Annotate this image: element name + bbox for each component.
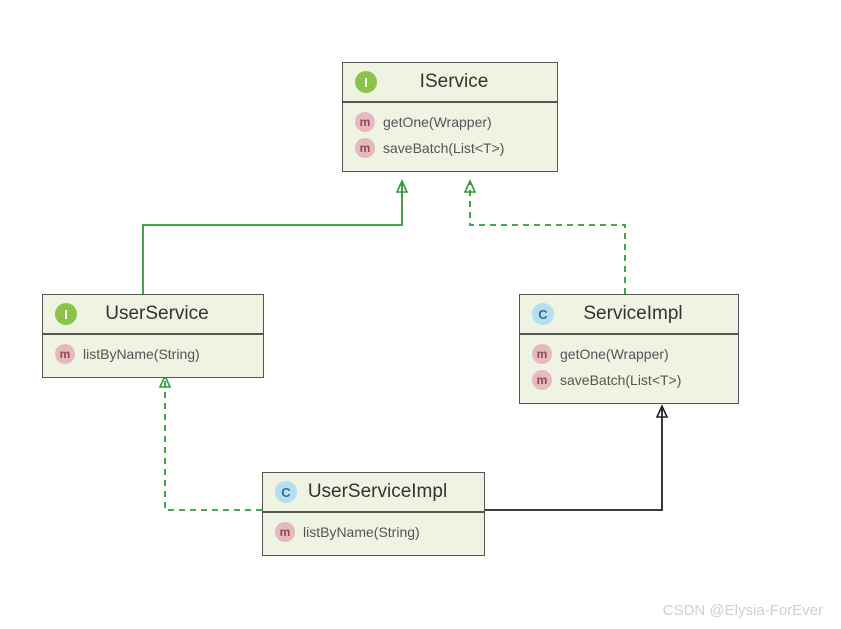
uml-diagram-canvas: I IService m getOne(Wrapper) m saveBatch… xyxy=(0,0,841,629)
class-icon: C xyxy=(275,481,297,503)
class-userservice: I UserService m listByName(String) xyxy=(42,294,264,378)
edge-userservice-iservice xyxy=(143,181,402,294)
class-header: C UserServiceImpl xyxy=(263,473,484,513)
class-iservice: I IService m getOne(Wrapper) m saveBatch… xyxy=(342,62,558,172)
method-icon: m xyxy=(275,522,295,542)
edge-userserviceimpl-serviceimpl xyxy=(485,406,662,510)
interface-icon: I xyxy=(355,71,377,93)
member-signature: saveBatch(List<T>) xyxy=(383,140,504,156)
class-name: UserService xyxy=(85,303,251,325)
member-signature: listByName(String) xyxy=(83,346,200,362)
method-icon: m xyxy=(355,138,375,158)
class-userserviceimpl: C UserServiceImpl m listByName(String) xyxy=(262,472,485,556)
member-row: m getOne(Wrapper) xyxy=(532,341,726,367)
method-icon: m xyxy=(532,344,552,364)
class-serviceimpl: C ServiceImpl m getOne(Wrapper) m saveBa… xyxy=(519,294,739,404)
class-name: IService xyxy=(385,71,545,93)
class-body: m getOne(Wrapper) m saveBatch(List<T>) xyxy=(520,335,738,403)
class-header: C ServiceImpl xyxy=(520,295,738,335)
interface-icon: I xyxy=(55,303,77,325)
member-row: m getOne(Wrapper) xyxy=(355,109,545,135)
method-icon: m xyxy=(55,344,75,364)
class-header: I UserService xyxy=(43,295,263,335)
member-signature: listByName(String) xyxy=(303,524,420,540)
member-signature: getOne(Wrapper) xyxy=(383,114,492,130)
edge-serviceimpl-iservice xyxy=(470,181,625,294)
member-row: m listByName(String) xyxy=(55,341,251,367)
method-icon: m xyxy=(532,370,552,390)
watermark-text: CSDN @Elysia-ForEver xyxy=(663,602,823,619)
class-body: m listByName(String) xyxy=(43,335,263,377)
edge-userserviceimpl-userservice xyxy=(165,376,262,510)
member-row: m saveBatch(List<T>) xyxy=(355,135,545,161)
class-icon: C xyxy=(532,303,554,325)
member-signature: getOne(Wrapper) xyxy=(560,346,669,362)
member-row: m listByName(String) xyxy=(275,519,472,545)
class-name: UserServiceImpl xyxy=(305,481,472,503)
member-signature: saveBatch(List<T>) xyxy=(560,372,681,388)
member-row: m saveBatch(List<T>) xyxy=(532,367,726,393)
class-name: ServiceImpl xyxy=(562,303,726,325)
class-body: m listByName(String) xyxy=(263,513,484,555)
class-body: m getOne(Wrapper) m saveBatch(List<T>) xyxy=(343,103,557,171)
class-header: I IService xyxy=(343,63,557,103)
method-icon: m xyxy=(355,112,375,132)
